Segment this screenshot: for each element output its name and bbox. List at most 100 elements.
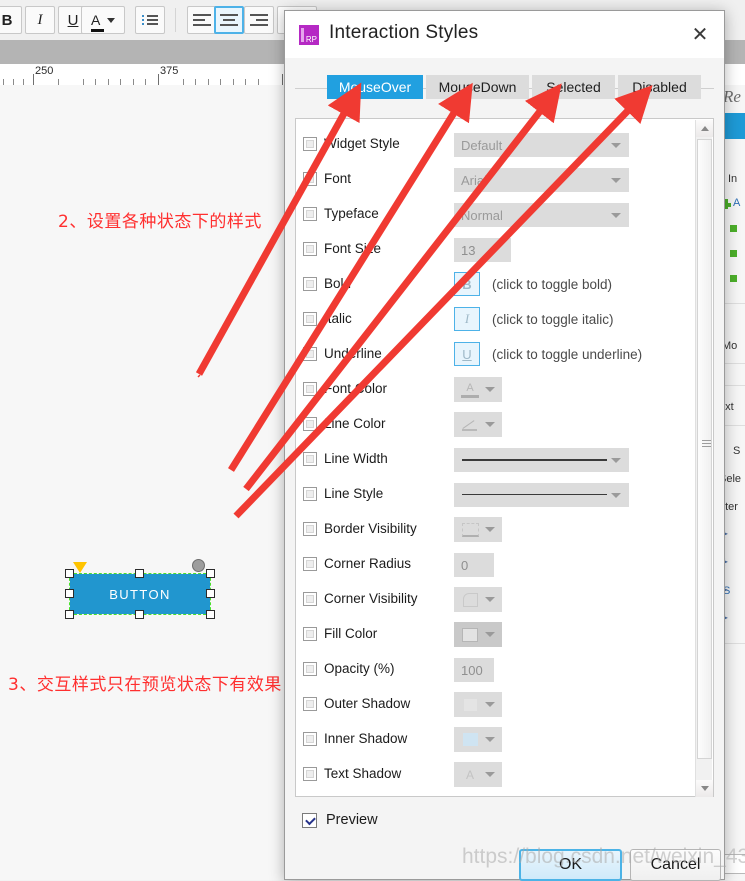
resize-handle-nw[interactable] xyxy=(65,569,74,578)
property-row-font-color[interactable]: Font Color A xyxy=(296,372,696,407)
scroll-down-button[interactable] xyxy=(696,780,713,797)
chevron-down-icon xyxy=(700,786,709,791)
chevron-down-icon xyxy=(107,17,115,23)
close-icon[interactable]: ✕ xyxy=(688,23,712,47)
property-row-border-visibility[interactable]: Border Visibility xyxy=(296,512,696,547)
property-row-font[interactable]: Font Arial xyxy=(296,162,696,197)
corner-visibility-picker[interactable] xyxy=(454,587,502,612)
preview-checkbox[interactable] xyxy=(302,813,317,828)
underline-toggle-button[interactable]: U xyxy=(454,342,480,366)
tab-disabled[interactable]: Disabled xyxy=(618,75,701,99)
align-center-icon xyxy=(220,14,238,26)
corner-visibility-checkbox[interactable] xyxy=(303,592,317,606)
chevron-down-icon xyxy=(485,632,495,637)
line-color-picker[interactable] xyxy=(454,412,502,437)
dialog-titlebar[interactable]: RP Interaction Styles ✕ xyxy=(285,11,724,58)
align-right-button[interactable] xyxy=(244,6,274,34)
inner-shadow-picker[interactable] xyxy=(454,727,502,752)
line-width-combo[interactable] xyxy=(454,448,629,472)
axure-rp-icon: RP xyxy=(299,25,319,45)
fill-color-checkbox[interactable] xyxy=(303,627,317,641)
property-row-font-size[interactable]: Font Size 13 xyxy=(296,232,696,267)
font-size-input[interactable]: 13 xyxy=(454,238,511,262)
font-combo[interactable]: Arial xyxy=(454,168,629,192)
property-row-fill-color[interactable]: Fill Color xyxy=(296,617,696,652)
property-row-line-style[interactable]: Line Style xyxy=(296,477,696,512)
resize-handle-sw[interactable] xyxy=(65,610,74,619)
italic-checkbox[interactable] xyxy=(303,312,317,326)
resize-handle-se[interactable] xyxy=(206,610,215,619)
resize-handle-e[interactable] xyxy=(206,589,215,598)
widget-style-checkbox[interactable] xyxy=(303,137,317,151)
property-row-typeface[interactable]: Typeface Normal xyxy=(296,197,696,232)
bullet-list-button[interactable] xyxy=(135,6,165,34)
corner-radius-input[interactable]: 0 xyxy=(454,553,494,577)
properties-list[interactable]: Widget Style Default Font Arial Typeface xyxy=(295,118,714,797)
bullet-list-icon xyxy=(142,14,158,26)
line-color-checkbox[interactable] xyxy=(303,417,317,431)
font-color-picker[interactable]: A xyxy=(454,377,502,402)
resize-handle-n[interactable] xyxy=(135,569,144,578)
font-checkbox[interactable] xyxy=(303,172,317,186)
typeface-checkbox[interactable] xyxy=(303,207,317,221)
resize-handle-w[interactable] xyxy=(65,589,74,598)
widget-style-combo[interactable]: Default xyxy=(454,133,629,157)
underline-checkbox[interactable] xyxy=(303,347,317,361)
bold-button[interactable]: B xyxy=(0,6,22,34)
corner-radius-checkbox[interactable] xyxy=(303,557,317,571)
property-row-corner-visibility[interactable]: Corner Visibility xyxy=(296,582,696,617)
property-row-line-color[interactable]: Line Color xyxy=(296,407,696,442)
widget-selection-group[interactable]: BUTTON xyxy=(65,559,215,619)
inner-shadow-checkbox[interactable] xyxy=(303,732,317,746)
tab-mouseover[interactable]: MouseOver xyxy=(327,75,423,99)
italic-toggle-button[interactable]: I xyxy=(454,307,480,331)
line-width-checkbox[interactable] xyxy=(303,452,317,466)
line-style-checkbox[interactable] xyxy=(303,487,317,501)
scrollbar-thumb[interactable] xyxy=(697,139,712,759)
property-row-italic[interactable]: Italic I (click to toggle italic) xyxy=(296,302,696,337)
align-left-button[interactable] xyxy=(187,6,217,34)
align-center-button[interactable] xyxy=(214,6,244,34)
border-visibility-checkbox[interactable] xyxy=(303,522,317,536)
font-color-button[interactable]: A xyxy=(81,6,125,34)
button-widget[interactable]: BUTTON xyxy=(69,573,211,615)
italic-button[interactable]: I xyxy=(25,6,55,34)
properties-scrollbar[interactable] xyxy=(695,120,713,797)
property-row-bold[interactable]: Bold B (click to toggle bold) xyxy=(296,267,696,302)
underline-toggle-hint: (click to toggle underline) xyxy=(492,347,643,362)
scroll-up-button[interactable] xyxy=(696,120,713,137)
tab-selected[interactable]: Selected xyxy=(532,75,615,99)
tab-mousedown[interactable]: MouseDown xyxy=(426,75,529,99)
resize-handle-s[interactable] xyxy=(135,610,144,619)
text-shadow-picker[interactable]: A xyxy=(454,762,502,787)
text-shadow-checkbox[interactable] xyxy=(303,767,317,781)
opacity-checkbox[interactable] xyxy=(303,662,317,676)
font-size-checkbox[interactable] xyxy=(303,242,317,256)
line-style-combo[interactable] xyxy=(454,483,629,507)
fill-color-picker[interactable] xyxy=(454,622,502,647)
typeface-combo[interactable]: Normal xyxy=(454,203,629,227)
rotate-handle[interactable] xyxy=(192,559,205,572)
bold-toggle-button[interactable]: B xyxy=(454,272,480,296)
scrollbar-grip xyxy=(702,440,711,447)
resize-handle-ne[interactable] xyxy=(206,569,215,578)
property-row-inner-shadow[interactable]: Inner Shadow xyxy=(296,722,696,757)
property-row-line-width[interactable]: Line Width xyxy=(296,442,696,477)
bold-toggle-hint: (click to toggle bold) xyxy=(492,277,613,292)
outer-shadow-picker[interactable] xyxy=(454,692,502,717)
property-row-widget-style[interactable]: Widget Style Default xyxy=(296,127,696,162)
border-visibility-picker[interactable] xyxy=(454,517,502,542)
opacity-input[interactable]: 100 xyxy=(454,658,494,682)
property-row-underline[interactable]: Underline U (click to toggle underline) xyxy=(296,337,696,372)
footnote-marker-icon[interactable] xyxy=(73,562,87,573)
bold-checkbox[interactable] xyxy=(303,277,317,291)
corner-visibility-icon xyxy=(460,591,480,608)
property-row-text-shadow[interactable]: Text Shadow A xyxy=(296,757,696,792)
property-row-opacity[interactable]: Opacity (%) 100 xyxy=(296,652,696,687)
outer-shadow-checkbox[interactable] xyxy=(303,697,317,711)
property-row-corner-radius[interactable]: Corner Radius 0 xyxy=(296,547,696,582)
font-color-checkbox[interactable] xyxy=(303,382,317,396)
property-row-outer-shadow[interactable]: Outer Shadow xyxy=(296,687,696,722)
preview-label: Preview xyxy=(326,812,378,828)
chevron-down-icon xyxy=(485,702,495,707)
